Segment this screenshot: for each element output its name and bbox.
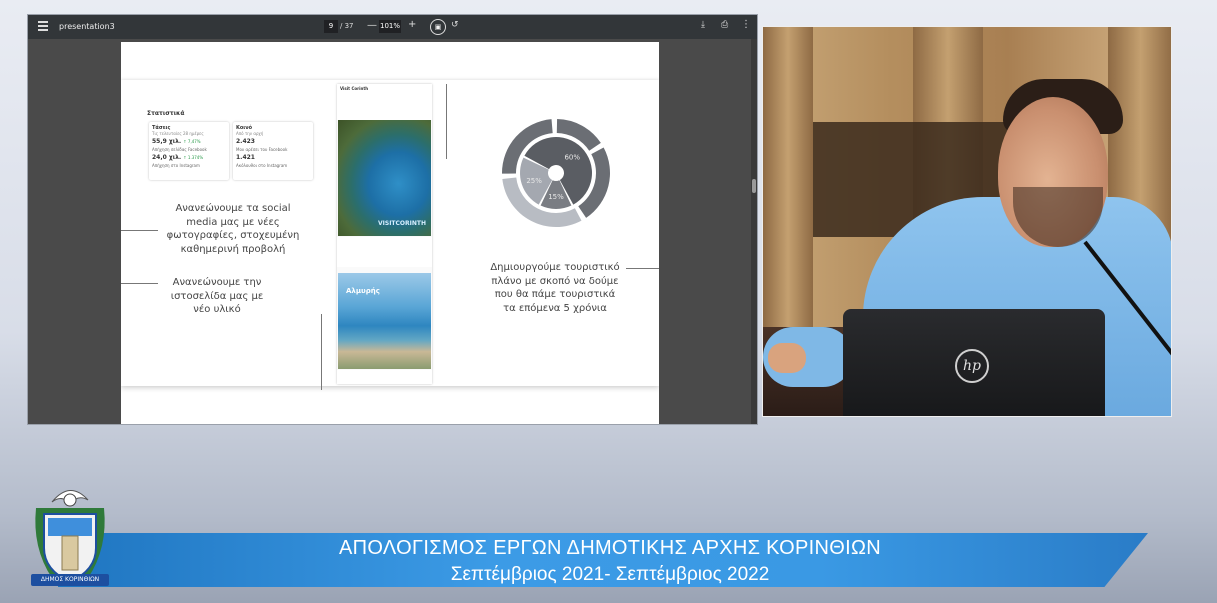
zoom-out-icon[interactable]: — bbox=[367, 20, 377, 31]
tourism-donut-chart: 60% 15% 25% bbox=[502, 119, 610, 227]
banner-subtitle: Σεπτέμβριος 2021- Σεπτέμβριος 2022 bbox=[450, 564, 770, 585]
stat-note: Ακόλουθοι στο Instagram bbox=[236, 163, 288, 168]
laptop: hp bbox=[843, 309, 1105, 416]
more-vert-icon[interactable]: ⋮ bbox=[741, 19, 751, 30]
crest-label: ΔΗΜΟΣ ΚΟΡΙΝΘΙΩΝ bbox=[31, 574, 109, 586]
pie-slice-label: 60% bbox=[564, 154, 580, 162]
pdf-toolbar: presentation3 9 / 37 — 101% + ▣ ↺ ⤓ ⎙ ⋮ bbox=[28, 15, 757, 39]
post-header: Visit Corinth bbox=[337, 84, 432, 120]
stat-value: 2.423 bbox=[236, 138, 255, 145]
stat-value: 55,9 χιλ. ↑ 7,47% bbox=[152, 138, 201, 145]
menu-icon[interactable] bbox=[38, 21, 48, 31]
coast-photo: Αλμυρής bbox=[338, 273, 431, 369]
scrollbar-thumb[interactable] bbox=[752, 179, 756, 193]
social-post-preview: Visit Corinth VISITCORINTH Αλμυρής bbox=[337, 84, 432, 384]
stat-note: Απήχηση στο Instagram bbox=[152, 163, 200, 168]
stat-subheading: Από την αρχή bbox=[236, 131, 264, 136]
website-text: Ανανεώνουμε την ιστοσελίδα μας με νέο υλ… bbox=[170, 277, 264, 315]
banner-title: ΑΠΟΛΟΓΙΣΜΟΣ ΕΡΓΩΝ ΔΗΜΟΤΙΚΗΣ ΑΡΧΗΣ ΚΟΡΙΝΘ… bbox=[339, 537, 881, 559]
statistics-title: Στατιστικά bbox=[147, 110, 185, 117]
page-total: / 37 bbox=[340, 22, 354, 30]
divider-line bbox=[121, 283, 158, 284]
stat-card-trends: Τάσεις Τις τελευταίες 28 ημέρες 55,9 χιλ… bbox=[149, 122, 229, 180]
beach-photo: VISITCORINTH bbox=[338, 120, 431, 236]
speaker-hand bbox=[768, 343, 806, 373]
fit-page-icon[interactable]: ▣ bbox=[430, 19, 446, 35]
post-author: Visit Corinth bbox=[340, 86, 369, 91]
statistics-panel: Στατιστικά Τάσεις Τις τελευταίες 28 ημέρ… bbox=[145, 108, 320, 184]
speaker-camera-feed: hp bbox=[762, 26, 1172, 417]
divider-line bbox=[321, 314, 322, 390]
photo-caption: VISITCORINTH bbox=[378, 220, 427, 227]
pdf-viewer-window: presentation3 9 / 37 — 101% + ▣ ↺ ⤓ ⎙ ⋮ … bbox=[27, 14, 758, 425]
social-media-text: Ανανεώνουμε τα social media μας με νέες … bbox=[166, 203, 300, 255]
page-number-input[interactable]: 9 bbox=[324, 20, 338, 33]
pie-slice-label: 25% bbox=[526, 177, 542, 185]
zoom-in-icon[interactable]: + bbox=[408, 19, 416, 30]
divider-line bbox=[626, 268, 659, 269]
print-icon[interactable]: ⎙ bbox=[721, 20, 728, 30]
photo-caption: Αλμυρής bbox=[346, 287, 380, 295]
vertical-scrollbar[interactable] bbox=[751, 39, 757, 424]
stat-note: Μου αρέσει του Facebook bbox=[236, 147, 288, 152]
divider-line bbox=[446, 84, 447, 159]
stat-card-audience: Κοινό Από την αρχή 2.423 Μου αρέσει του … bbox=[233, 122, 313, 180]
zoom-level-input[interactable]: 101% bbox=[379, 20, 401, 33]
stat-value: 24,0 χιλ. ↑ 1.374% bbox=[152, 154, 204, 161]
stat-subheading: Τις τελευταίες 28 ημέρες bbox=[152, 131, 204, 136]
stat-note: Απήχηση σελίδας Facebook bbox=[152, 147, 207, 152]
stat-value: 1.421 bbox=[236, 154, 255, 161]
divider-line bbox=[121, 230, 158, 231]
post-reactions bbox=[337, 237, 432, 267]
post-footer bbox=[337, 370, 432, 384]
background-pillar bbox=[763, 27, 813, 327]
slide-page: Στατιστικά Τάσεις Τις τελευταίες 28 ημέρ… bbox=[121, 42, 659, 424]
rotate-icon[interactable]: ↺ bbox=[451, 20, 459, 30]
pie-slice-label: 15% bbox=[548, 193, 564, 201]
tourism-plan-text: Δημιουργούμε τουριστικό πλάνο με σκοπό ν… bbox=[490, 262, 620, 314]
download-icon[interactable]: ⤓ bbox=[701, 20, 705, 30]
hp-logo-icon: hp bbox=[955, 349, 989, 383]
document-title: presentation3 bbox=[59, 22, 115, 31]
